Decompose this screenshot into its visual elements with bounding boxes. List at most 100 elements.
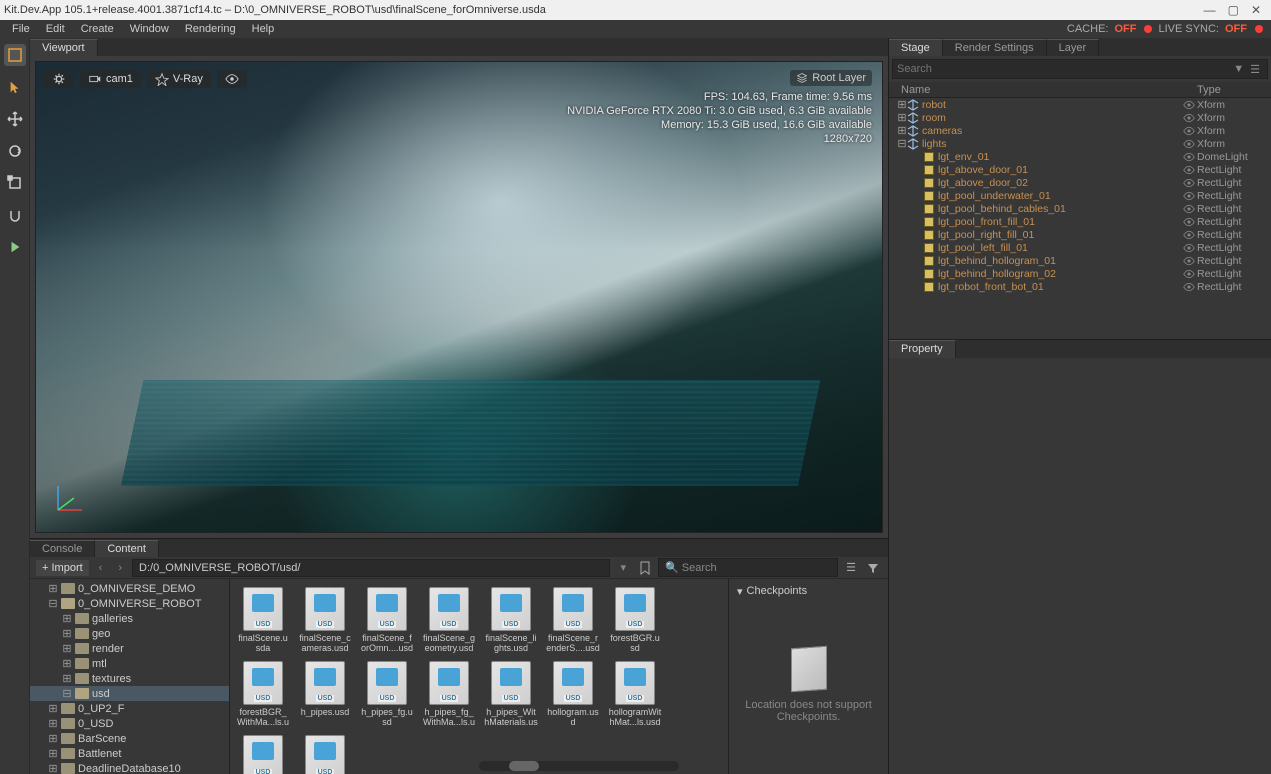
close-button[interactable]: ✕ [1251, 3, 1261, 17]
file-item[interactable]: USDh_pipes_fg.usd [358, 659, 416, 729]
folder-node[interactable]: ⊞BarScene [30, 731, 229, 746]
file-item[interactable]: USDhollogram.usd [544, 659, 602, 729]
property-panel: Property [889, 340, 1271, 774]
file-item[interactable]: USDfinalScene_geometry.usd [420, 585, 478, 655]
folder-node[interactable]: ⊞0_UP2_F [30, 701, 229, 716]
file-item[interactable]: USDfinalScene_forOmn....usda [358, 585, 416, 655]
stage-row[interactable]: lgt_pool_right_fill_01RectLight [889, 228, 1271, 241]
minimize-button[interactable]: — [1204, 3, 1216, 17]
tool-select[interactable] [4, 44, 26, 66]
folder-node[interactable]: ⊟usd [30, 686, 229, 701]
tool-rotate[interactable] [4, 140, 26, 162]
filter-icon[interactable]: ▼ [1230, 63, 1247, 75]
maximize-button[interactable]: ▢ [1228, 3, 1239, 17]
folder-node[interactable]: ⊞mtl [30, 656, 229, 671]
renderer-select[interactable]: V-Ray [147, 70, 211, 88]
file-item[interactable]: USDinstallation.usd [234, 733, 292, 774]
menu-help[interactable]: Help [244, 23, 283, 35]
tab-viewport[interactable]: Viewport [30, 39, 98, 56]
folder-node[interactable]: ⊞Battlenet [30, 746, 229, 761]
menu-create[interactable]: Create [73, 23, 122, 35]
stage-row[interactable]: ⊞roomXform [889, 111, 1271, 124]
checkpoints-panel: ▾Checkpoints Location does not support C… [728, 579, 888, 774]
folder-node[interactable]: ⊞textures [30, 671, 229, 686]
tab-property[interactable]: Property [889, 340, 956, 358]
content-search[interactable]: 🔍 Search [658, 558, 838, 577]
tool-pointer[interactable] [4, 76, 26, 98]
cache-value[interactable]: OFF [1114, 23, 1136, 35]
tab-layer[interactable]: Layer [1047, 39, 1100, 56]
root-layer-badge[interactable]: Root Layer [790, 70, 872, 86]
stage-row[interactable]: lgt_pool_behind_cables_01RectLight [889, 202, 1271, 215]
content-grid[interactable]: USDfinalScene.usdaUSDfinalScene_cameras.… [230, 579, 728, 774]
folder-node[interactable]: ⊞render [30, 641, 229, 656]
file-item[interactable]: USDh_pipes.usd [296, 659, 354, 729]
stage-row[interactable]: lgt_behind_hollogram_02RectLight [889, 267, 1271, 280]
tab-stage[interactable]: Stage [889, 39, 943, 56]
stage-row[interactable]: ⊟lightsXform [889, 137, 1271, 150]
stage-search[interactable]: ▼ ☰ [892, 59, 1268, 79]
stage-row[interactable]: lgt_behind_hollogram_01RectLight [889, 254, 1271, 267]
file-item[interactable]: USDforestBGR.usd [606, 585, 664, 655]
content-tree[interactable]: ⊞0_OMNIVERSE_DEMO⊟0_OMNIVERSE_ROBOT⊞gall… [30, 579, 230, 774]
folder-node[interactable]: ⊞galleries [30, 611, 229, 626]
stage-row[interactable]: lgt_pool_front_fill_01RectLight [889, 215, 1271, 228]
menu-rendering[interactable]: Rendering [177, 23, 244, 35]
camera-select[interactable]: cam1 [80, 70, 141, 88]
stage-row[interactable]: lgt_pool_underwater_01RectLight [889, 189, 1271, 202]
stage-header: Name Type [889, 82, 1271, 98]
view-options-icon[interactable]: ☰ [842, 559, 860, 577]
livesync-value[interactable]: OFF [1225, 23, 1247, 35]
file-item[interactable]: USDforestBGR_WithMa...ls.usd [234, 659, 292, 729]
folder-node[interactable]: ⊞0_USD [30, 716, 229, 731]
window-title: Kit.Dev.App 105.1+release.4001.3871cf14.… [4, 4, 1204, 16]
bookmark-icon[interactable] [636, 559, 654, 577]
content-scrollbar[interactable] [479, 761, 679, 771]
tool-play[interactable] [4, 236, 26, 258]
viewport-tabs: Viewport [30, 38, 888, 56]
folder-node[interactable]: ⊞DeadlineDatabase10 [30, 761, 229, 774]
tool-snap[interactable] [4, 204, 26, 226]
tab-content[interactable]: Content [95, 540, 159, 557]
folder-node[interactable]: ⊞0_OMNIVERSE_DEMO [30, 581, 229, 596]
menu-file[interactable]: File [4, 23, 38, 35]
stage-row[interactable]: lgt_env_01DomeLight [889, 150, 1271, 163]
file-item[interactable]: USDhollogramWithMat...ls.usd [606, 659, 664, 729]
nav-forward[interactable]: › [112, 560, 128, 576]
filter-icon[interactable] [864, 559, 882, 577]
menu-edit[interactable]: Edit [38, 23, 73, 35]
left-toolbar [0, 38, 30, 774]
import-button[interactable]: + Import [36, 560, 89, 576]
file-item[interactable]: USDfinalScene_cameras.usd [296, 585, 354, 655]
stage-row[interactable]: lgt_above_door_01RectLight [889, 163, 1271, 176]
path-dropdown[interactable]: ▾ [614, 559, 632, 576]
file-item[interactable]: USDinstallationWithM...s.usd [296, 733, 354, 774]
tool-scale[interactable] [4, 172, 26, 194]
content-path[interactable]: D:/0_OMNIVERSE_ROBOT/usd/ [132, 559, 610, 577]
stage-row[interactable]: lgt_pool_left_fill_01RectLight [889, 241, 1271, 254]
stage-row[interactable]: ⊞robotXform [889, 98, 1271, 111]
file-item[interactable]: USDh_pipes_fg_WithMa...ls.usd [420, 659, 478, 729]
file-item[interactable]: USDfinalScene_renderS....usda [544, 585, 602, 655]
folder-node[interactable]: ⊞geo [30, 626, 229, 641]
nav-back[interactable]: ‹ [93, 560, 109, 576]
tool-move[interactable] [4, 108, 26, 130]
collapse-icon[interactable]: ▾ [737, 585, 743, 598]
file-item[interactable]: USDfinalScene_lights.usd [482, 585, 540, 655]
stage-row[interactable]: ⊞camerasXform [889, 124, 1271, 137]
stage-tree[interactable]: ⊞robotXform⊞roomXform⊞camerasXform⊟light… [889, 98, 1271, 340]
tab-console[interactable]: Console [30, 540, 95, 557]
file-item[interactable]: USDfinalScene.usda [234, 585, 292, 655]
folder-node[interactable]: ⊟0_OMNIVERSE_ROBOT [30, 596, 229, 611]
stage-row[interactable]: lgt_robot_front_bot_01RectLight [889, 280, 1271, 293]
livesync-label: LIVE SYNC: [1158, 23, 1219, 35]
options-icon[interactable]: ☰ [1247, 63, 1263, 76]
tab-render-settings[interactable]: Render Settings [943, 39, 1047, 56]
stage-row[interactable]: lgt_above_door_02RectLight [889, 176, 1271, 189]
visibility-toggle[interactable] [217, 70, 247, 88]
viewport[interactable]: cam1 V-Ray Root Layer FPS: 104.63, Frame… [30, 56, 888, 538]
file-item[interactable]: USDh_pipes_WithMaterials.usd [482, 659, 540, 729]
axis-gizmo-icon[interactable] [50, 478, 90, 518]
viewport-settings[interactable] [44, 70, 74, 88]
menu-window[interactable]: Window [122, 23, 177, 35]
